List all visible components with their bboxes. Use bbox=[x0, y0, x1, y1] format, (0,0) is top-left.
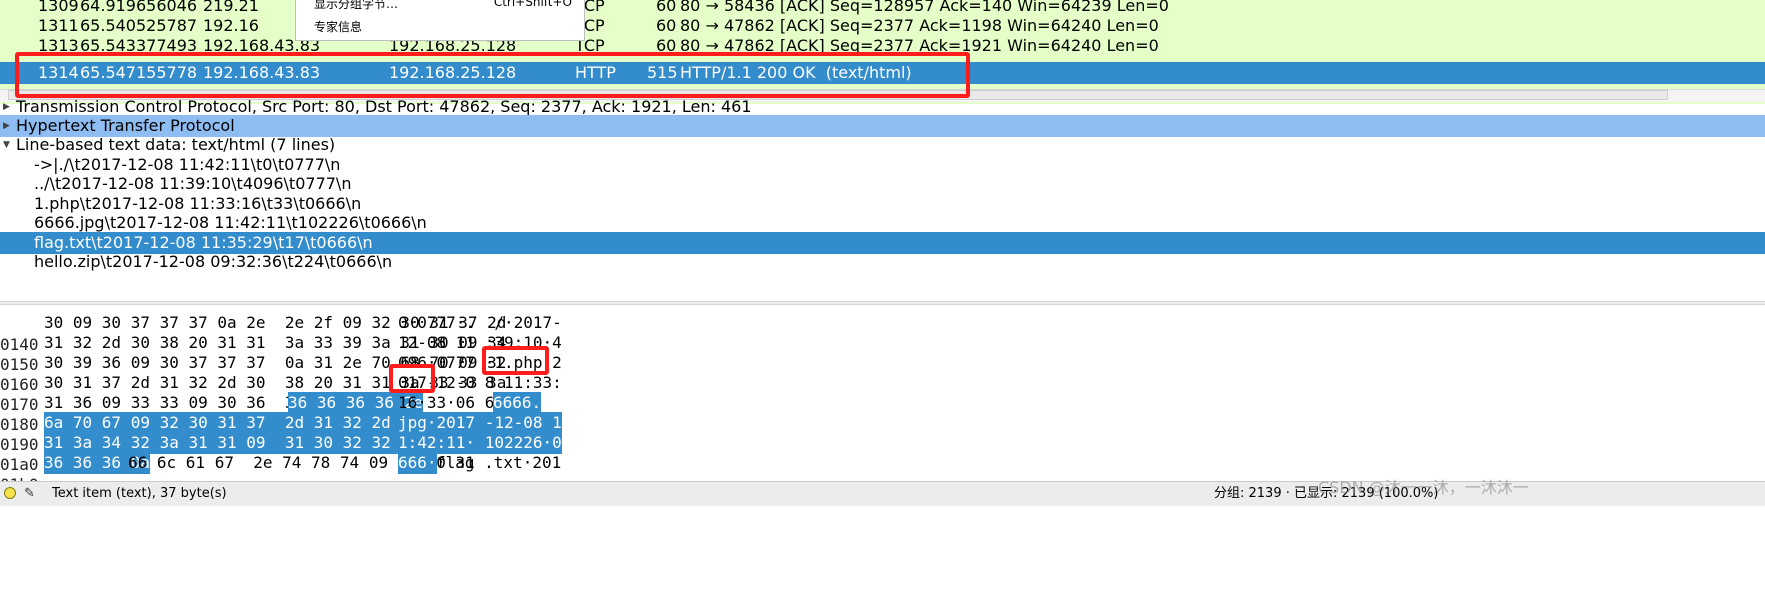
packet-length: 60 bbox=[656, 16, 677, 35]
packet-length: 515 bbox=[647, 63, 678, 82]
tree-item-line-based-text[interactable]: ▼ Line-based text data: text/html (7 lin… bbox=[0, 134, 1765, 156]
bytes-ascii-highlighted[interactable]: 666· bbox=[398, 452, 437, 474]
bytes-ascii-highlighted[interactable]: jpg·2017 -12-08 1 bbox=[398, 412, 562, 434]
tree-item-label: 6666.jpg\t2017-12-08 11:42:11\t102226\t0… bbox=[34, 213, 427, 232]
bytes-row[interactable]: 0170 30 31 37 2d 31 32 2d 30 38 20 31 31… bbox=[0, 372, 562, 414]
packet-row[interactable]: 1313 65.543377493 192.168.43.83 192.168.… bbox=[0, 35, 1765, 57]
packet-row-selected[interactable]: 1314 65.547155778 192.168.43.83 192.168.… bbox=[0, 62, 1765, 84]
bytes-row[interactable]: 0140 30 09 30 37 37 37 0a 2e 2e 2f 09 32… bbox=[0, 312, 562, 354]
bytes-ascii-highlighted[interactable]: 1:42:11· 102226·0 bbox=[398, 432, 562, 454]
bytes-ascii[interactable]: 12-08 11 :39:10·4 bbox=[398, 332, 562, 354]
bytes-ascii-highlighted[interactable]: 6666. bbox=[493, 392, 542, 414]
packet-destination: 192.168.25.128 bbox=[389, 63, 517, 82]
packet-source: 192.16 bbox=[203, 16, 259, 35]
bytes-ascii[interactable]: 0·0777·. ./·2017- bbox=[398, 312, 562, 334]
edit-comment-icon[interactable]: ✎ bbox=[24, 482, 35, 506]
tree-item-label: ../\t2017-12-08 11:39:10\t4096\t0777\n bbox=[34, 174, 352, 193]
packet-time: 65.540525787 bbox=[80, 16, 198, 35]
bytes-row[interactable]: 0190 6a 70 67 09 32 30 31 37 2d 31 32 2d… bbox=[0, 412, 562, 454]
packet-no: 1313 bbox=[38, 36, 79, 55]
bytes-ascii[interactable]: flag .txt·201 bbox=[436, 452, 561, 474]
bytes-ascii[interactable]: 096·0777 ·1.php·2 bbox=[398, 352, 562, 374]
packet-source: 192.168.43.83 bbox=[203, 63, 321, 82]
packet-no: 1311 bbox=[38, 16, 79, 35]
packet-row[interactable]: 1311 65.540525787 192.16 TCP 60 80 → 478… bbox=[0, 15, 1765, 37]
packet-info: 80 → 47862 [ACK] Seq=2377 Ack=1921 Win=6… bbox=[680, 36, 1159, 55]
bytes-row[interactable]: 0160 30 39 36 09 30 37 37 37 0a 31 2e 70… bbox=[0, 352, 562, 394]
tree-item-label: hello.zip\t2017-12-08 09:32:36\t224\t066… bbox=[34, 252, 393, 271]
watermark: CSDN @沐一一沐，一沐沐一 bbox=[1318, 478, 1529, 497]
tree-item-label: Line-based text data: text/html (7 lines… bbox=[16, 135, 336, 154]
bytes-row[interactable]: 01b0 36 36 36 0a 66 6c 61 67 2e 74 78 74… bbox=[0, 452, 561, 494]
packet-protocol: HTTP bbox=[575, 63, 616, 82]
bytes-row[interactable]: 01a0 31 3a 34 32 3a 31 31 09 31 30 32 32… bbox=[0, 432, 562, 474]
packet-time: 65.543377493 bbox=[80, 36, 198, 55]
tree-item-text-line[interactable]: ../\t2017-12-08 11:39:10\t4096\t0777\n bbox=[0, 173, 1765, 195]
bytes-ascii[interactable]: 017-12-0 8 11:33: bbox=[398, 372, 562, 394]
menu-item-show-packet-bytes[interactable]: 显示分组字节… bbox=[314, 0, 398, 12]
packet-no: 1314 bbox=[38, 63, 79, 82]
collapse-arrow-icon[interactable]: ▼ bbox=[3, 134, 13, 156]
pane-splitter[interactable] bbox=[0, 301, 1765, 305]
packet-details-tree: ▶ Transmission Control Protocol, Src Por… bbox=[0, 97, 1765, 306]
packet-length: 60 bbox=[656, 36, 677, 55]
status-field-info: Text item (text), 37 byte(s) bbox=[52, 486, 227, 501]
bytes-row[interactable]: 0180 31 36 09 33 33 09 30 36 36 36 0a 36… bbox=[0, 392, 542, 434]
packet-bytes-pane: 0140 30 09 30 37 37 37 0a 2e 2e 2f 09 32… bbox=[0, 312, 1765, 494]
tree-item-text-line[interactable]: hello.zip\t2017-12-08 09:32:36\t224\t066… bbox=[0, 251, 1765, 273]
packet-info: HTTP/1.1 200 OK (text/html) bbox=[680, 63, 912, 82]
packet-time: 65.547155778 bbox=[80, 63, 198, 82]
status-bar: ✎ Text item (text), 37 byte(s) 分组: 2139 … bbox=[0, 478, 1765, 506]
menu-item-shortcut: Ctrl+Shift+O bbox=[493, 0, 572, 9]
context-menu: 显示分组字节… Ctrl+Shift+O 专家信息 bbox=[295, 0, 585, 41]
packet-info: 80 → 47862 [ACK] Seq=2377 Ack=1198 Win=6… bbox=[680, 16, 1159, 35]
tree-item-text-line[interactable]: 6666.jpg\t2017-12-08 11:42:11\t102226\t0… bbox=[0, 212, 1765, 234]
menu-item-expert-info[interactable]: 专家信息 bbox=[314, 18, 362, 35]
expert-info-led-icon[interactable] bbox=[4, 487, 16, 499]
bytes-row[interactable]: 0150 31 32 2d 30 38 20 31 31 3a 33 39 3a… bbox=[0, 332, 562, 374]
